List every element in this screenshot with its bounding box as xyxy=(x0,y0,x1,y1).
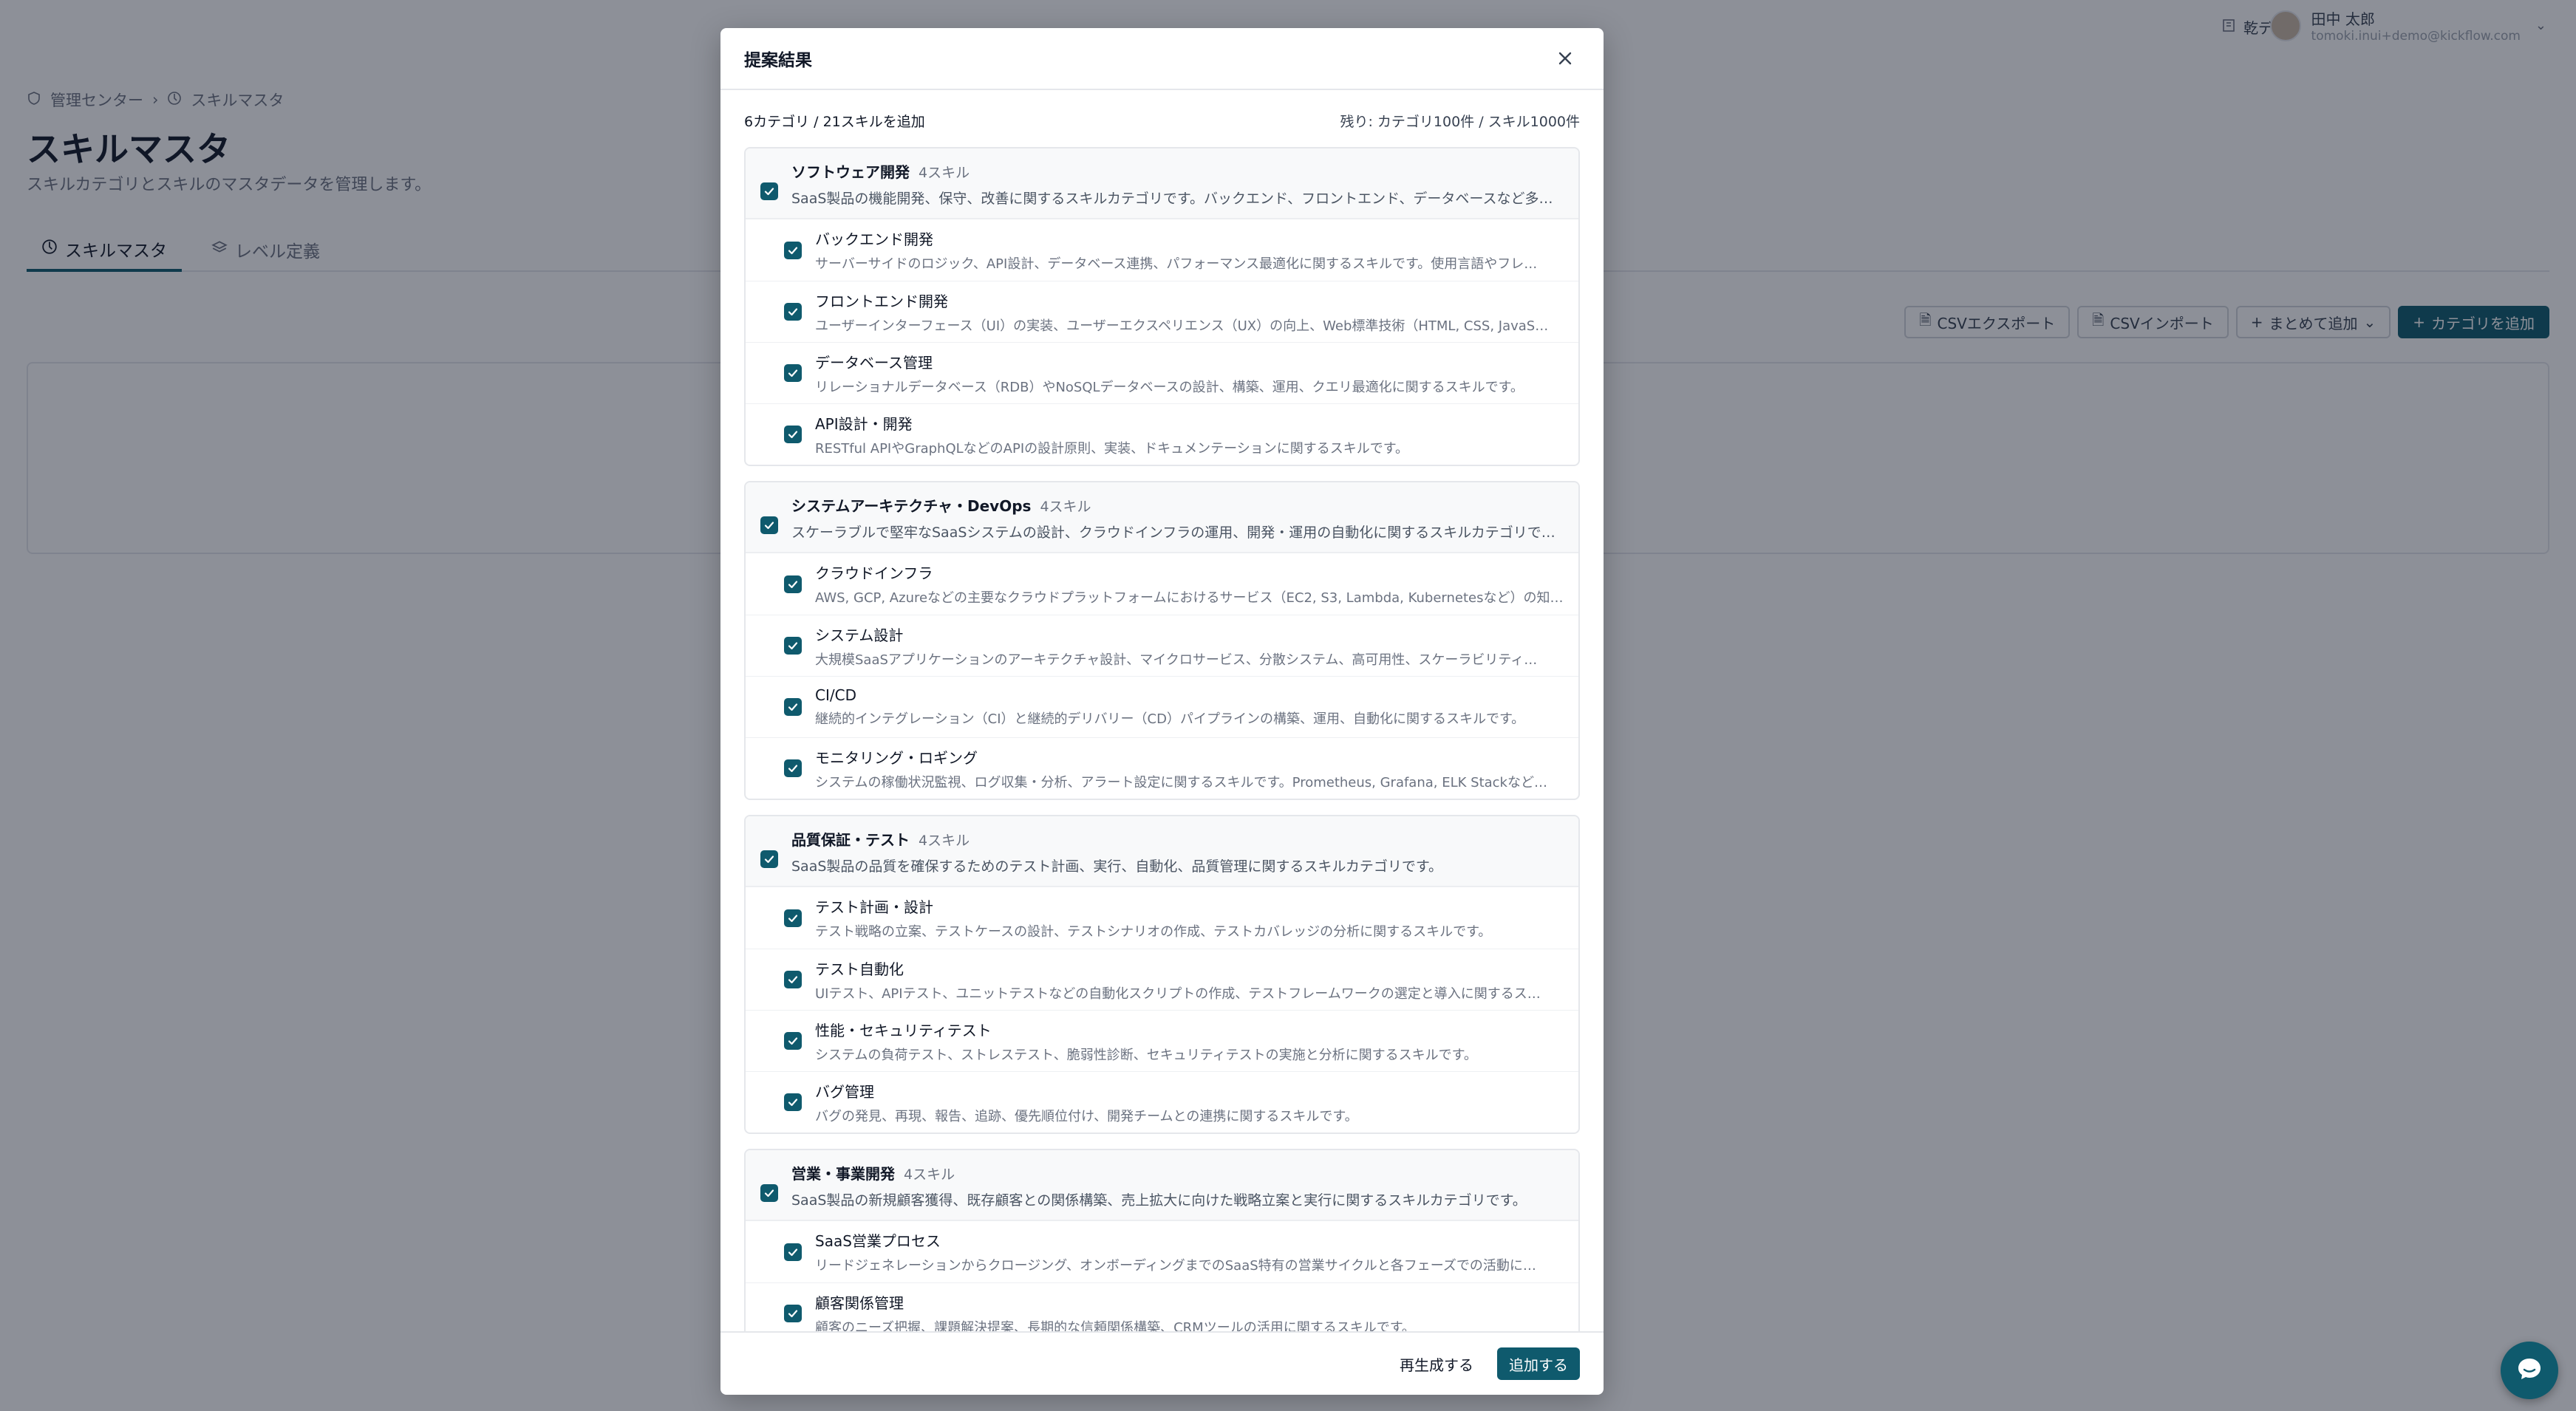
skill-row: フロントエンド開発 ユーザーインターフェース（UI）の実装、ユーザーエクスペリエ… xyxy=(746,281,1578,342)
skill-list: テスト計画・設計 テスト戦略の立案、テストケースの設計、テストシナリオの作成、テ… xyxy=(746,887,1578,1132)
chat-icon xyxy=(2515,1354,2544,1387)
chat-button[interactable] xyxy=(2501,1342,2558,1399)
modal-footer: 再生成する 追加する xyxy=(720,1331,1604,1395)
skill-row: データベース管理 リレーショナルデータベース（RDB）やNoSQLデータベースの… xyxy=(746,342,1578,403)
modal-header: 提案結果 xyxy=(720,28,1604,90)
skill-name: フロントエンド開発 xyxy=(815,292,948,310)
category-header: 品質保証・テスト 4スキル SaaS製品の品質を確保するためのテスト計画、実行、… xyxy=(746,816,1578,887)
modal-body[interactable]: 6カテゴリ / 21スキルを追加 残り: カテゴリ100件 / スキル1000件… xyxy=(720,90,1604,1331)
summary-row: 6カテゴリ / 21スキルを追加 残り: カテゴリ100件 / スキル1000件 xyxy=(744,111,1580,131)
suggestion-result-modal: 提案結果 6カテゴリ / 21スキルを追加 残り: カテゴリ100件 / スキル… xyxy=(720,28,1604,1395)
skill-row: 顧客関係管理 顧客のニーズ把握、課題解決提案、長期的な信頼関係構築、CRMツール… xyxy=(746,1282,1578,1331)
category-card: 品質保証・テスト 4スキル SaaS製品の品質を確保するためのテスト計画、実行、… xyxy=(744,815,1580,1134)
skill-checkbox[interactable] xyxy=(784,1093,802,1111)
skill-checkbox[interactable] xyxy=(784,1243,802,1261)
skill-checkbox[interactable] xyxy=(784,698,802,716)
category-name: システムアーキテクチャ・DevOps xyxy=(791,497,1032,515)
skill-list: SaaS営業プロセス リードジェネレーションからクロージング、オンボーディングま… xyxy=(746,1221,1578,1331)
skill-description: 大規模SaaSアプリケーションのアーキテクチャ設計、マイクロサービス、分散システ… xyxy=(815,652,1538,668)
skill-checkbox[interactable] xyxy=(784,1032,802,1050)
skill-checkbox[interactable] xyxy=(784,759,802,777)
category-header: 営業・事業開発 4スキル SaaS製品の新規顧客獲得、既存顧客との関係構築、売上… xyxy=(746,1150,1578,1221)
skill-row: SaaS営業プロセス リードジェネレーションからクロージング、オンボーディングま… xyxy=(746,1221,1578,1282)
category-description: SaaS製品の機能開発、保守、改善に関するスキルカテゴリです。バックエンド、フロ… xyxy=(791,191,1564,207)
skill-checkbox[interactable] xyxy=(784,241,802,259)
category-name: 品質保証・テスト xyxy=(791,831,910,849)
category-checkbox[interactable] xyxy=(760,1184,778,1202)
skill-description: システムの負荷テスト、ストレステスト、脆弱性診断、セキュリティテストの実施と分析… xyxy=(815,1047,1477,1063)
skill-description: サーバーサイドのロジック、API設計、データベース連携、パフォーマンス最適化に関… xyxy=(815,256,1538,272)
skill-checkbox[interactable] xyxy=(784,364,802,382)
skill-name: システム設計 xyxy=(815,626,904,644)
remaining-quota: 残り: カテゴリ100件 / スキル1000件 xyxy=(1340,114,1580,130)
skill-description: リレーショナルデータベース（RDB）やNoSQLデータベースの設計、構築、運用、… xyxy=(815,379,1524,395)
category-skill-count: 4スキル xyxy=(919,165,970,181)
regenerate-button[interactable]: 再生成する xyxy=(1391,1347,1482,1381)
skill-description: 顧客のニーズ把握、課題解決提案、長期的な信頼関係構築、CRMツールの活用に関する… xyxy=(815,1319,1415,1332)
add-button[interactable]: 追加する xyxy=(1497,1347,1580,1380)
category-checkbox[interactable] xyxy=(760,182,778,200)
skill-description: システムの稼働状況監視、ログ収集・分析、アラート設定に関するスキルです。Prom… xyxy=(815,774,1547,790)
skill-checkbox[interactable] xyxy=(784,1305,802,1322)
category-list: ソフトウェア開発 4スキル SaaS製品の機能開発、保守、改善に関するスキルカテ… xyxy=(744,147,1580,1331)
skill-name: テスト計画・設計 xyxy=(815,898,933,916)
category-card: 営業・事業開発 4スキル SaaS製品の新規顧客獲得、既存顧客との関係構築、売上… xyxy=(744,1149,1580,1331)
category-skill-count: 4スキル xyxy=(919,833,970,849)
category-checkbox[interactable] xyxy=(760,850,778,868)
skill-row: API設計・開発 RESTful APIやGraphQLなどのAPIの設計原則、… xyxy=(746,403,1578,465)
category-name: 営業・事業開発 xyxy=(791,1165,895,1183)
skill-row: 性能・セキュリティテスト システムの負荷テスト、ストレステスト、脆弱性診断、セキ… xyxy=(746,1010,1578,1071)
skill-name: モニタリング・ロギング xyxy=(815,748,978,767)
category-description: スケーラブルで堅牢なSaaSシステムの設計、クラウドインフラの運用、開発・運用の… xyxy=(791,525,1564,541)
skill-name: SaaS営業プロセス xyxy=(815,1232,941,1250)
skill-description: 継続的インテグレーション（CI）と継続的デリバリー（CD）パイプラインの構築、運… xyxy=(815,711,1525,727)
skill-name: テスト自動化 xyxy=(815,960,904,978)
category-checkbox[interactable] xyxy=(760,516,778,534)
category-skill-count: 4スキル xyxy=(904,1166,955,1183)
skill-description: RESTful APIやGraphQLなどのAPIの設計原則、実装、ドキュメンテ… xyxy=(815,440,1408,457)
skill-row: モニタリング・ロギング システムの稼働状況監視、ログ収集・分析、アラート設定に関… xyxy=(746,737,1578,799)
skill-row: テスト自動化 UIテスト、APIテスト、ユニットテストなどの自動化スクリプトの作… xyxy=(746,949,1578,1010)
skill-name: API設計・開発 xyxy=(815,414,913,433)
category-description: SaaS製品の品質を確保するためのテスト計画、実行、自動化、品質管理に関するスキ… xyxy=(791,858,1442,875)
skill-description: リードジェネレーションからクロージング、オンボーディングまでのSaaS特有の営業… xyxy=(815,1258,1536,1274)
skill-description: UIテスト、APIテスト、ユニットテストなどの自動化スクリプトの作成、テストフレ… xyxy=(815,985,1541,1002)
skill-checkbox[interactable] xyxy=(784,909,802,927)
skill-list: バックエンド開発 サーバーサイドのロジック、API設計、データベース連携、パフォ… xyxy=(746,219,1578,465)
skill-name: クラウドインフラ xyxy=(815,564,933,582)
skill-name: 性能・セキュリティテスト xyxy=(815,1021,992,1039)
category-header: システムアーキテクチャ・DevOps 4スキル スケーラブルで堅牢なSaaSシス… xyxy=(746,482,1578,553)
skill-row: テスト計画・設計 テスト戦略の立案、テストケースの設計、テストシナリオの作成、テ… xyxy=(746,887,1578,949)
skill-name: バグ管理 xyxy=(815,1082,874,1101)
skill-checkbox[interactable] xyxy=(784,303,802,321)
skill-row: バックエンド開発 サーバーサイドのロジック、API設計、データベース連携、パフォ… xyxy=(746,219,1578,281)
skill-checkbox[interactable] xyxy=(784,971,802,988)
summary-count: 6カテゴリ / 21スキルを追加 xyxy=(744,114,925,130)
category-header: ソフトウェア開発 4スキル SaaS製品の機能開発、保守、改善に関するスキルカテ… xyxy=(746,148,1578,219)
modal-title: 提案結果 xyxy=(744,51,812,70)
skill-row: システム設計 大規模SaaSアプリケーションのアーキテクチャ設計、マイクロサービ… xyxy=(746,615,1578,676)
skill-row: クラウドインフラ AWS, GCP, Azureなどの主要なクラウドプラットフォ… xyxy=(746,553,1578,615)
skill-row: バグ管理 バグの発見、再現、報告、追跡、優先順位付け、開発チームとの連携に関する… xyxy=(746,1071,1578,1132)
category-skill-count: 4スキル xyxy=(1040,499,1091,515)
skill-list: クラウドインフラ AWS, GCP, Azureなどの主要なクラウドプラットフォ… xyxy=(746,553,1578,799)
skill-checkbox[interactable] xyxy=(784,637,802,655)
category-description: SaaS製品の新規顧客獲得、既存顧客との関係構築、売上拡大に向けた戦略立案と実行… xyxy=(791,1192,1527,1209)
category-card: システムアーキテクチャ・DevOps 4スキル スケーラブルで堅牢なSaaSシス… xyxy=(744,481,1580,800)
skill-row: CI/CD 継続的インテグレーション（CI）と継続的デリバリー（CD）パイプライ… xyxy=(746,676,1578,737)
skill-name: データベース管理 xyxy=(815,353,933,372)
skill-name: CI/CD xyxy=(815,686,856,704)
skill-description: ユーザーインターフェース（UI）の実装、ユーザーエクスペリエンス（UX）の向上、… xyxy=(815,318,1549,334)
category-card: ソフトウェア開発 4スキル SaaS製品の機能開発、保守、改善に関するスキルカテ… xyxy=(744,147,1580,466)
skill-name: バックエンド開発 xyxy=(815,230,933,248)
skill-description: バグの発見、再現、報告、追跡、優先順位付け、開発チームとの連携に関するスキルです… xyxy=(815,1108,1358,1124)
skill-name: 顧客関係管理 xyxy=(815,1294,904,1312)
skill-description: AWS, GCP, Azureなどの主要なクラウドプラットフォームにおけるサービ… xyxy=(815,590,1564,606)
skill-checkbox[interactable] xyxy=(784,426,802,443)
skill-checkbox[interactable] xyxy=(784,575,802,593)
close-icon[interactable] xyxy=(1550,44,1580,73)
category-name: ソフトウェア開発 xyxy=(791,163,910,181)
skill-description: テスト戦略の立案、テストケースの設計、テストシナリオの作成、テストカバレッジの分… xyxy=(815,924,1492,940)
